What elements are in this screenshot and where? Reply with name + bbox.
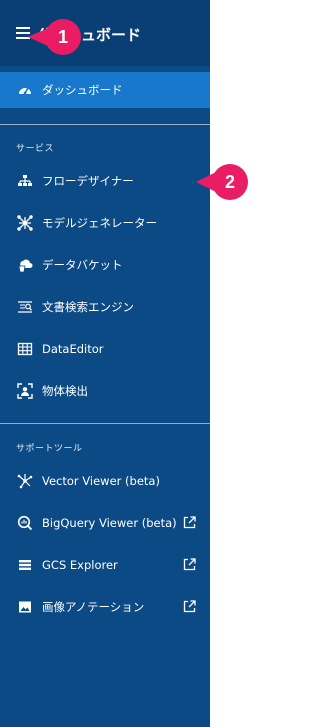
bigquery-icon bbox=[17, 515, 33, 531]
sidebar-nav: ダッシュボード ダッシュボード サービス フローデザイナー モデルジェネレーター bbox=[0, 0, 210, 727]
external-link-icon[interactable] bbox=[183, 516, 196, 529]
nav-item-label: 文書検索エンジン bbox=[42, 300, 134, 314]
nav-item-flow-designer[interactable]: フローデザイナー bbox=[0, 163, 210, 199]
nav-item-label: 物体検出 bbox=[42, 384, 88, 398]
nav-item-object-detection[interactable]: 物体検出 bbox=[0, 373, 210, 409]
divider bbox=[0, 423, 210, 424]
nav-item-image-annotation[interactable]: 画像アノテーション bbox=[0, 589, 210, 625]
nav-item-gcs-explorer[interactable]: GCS Explorer bbox=[0, 547, 210, 583]
sidebar-header: ダッシュボード bbox=[0, 0, 210, 66]
nav-item-label: 画像アノテーション bbox=[42, 600, 145, 614]
nav-item-label: ダッシュボード bbox=[42, 83, 123, 97]
image-icon bbox=[19, 601, 31, 613]
storage-list-icon bbox=[19, 560, 31, 570]
external-link-icon[interactable] bbox=[183, 600, 196, 613]
nav-item-label: フローデザイナー bbox=[42, 174, 134, 188]
nav-item-label: データバケット bbox=[42, 258, 123, 272]
document-search-icon bbox=[18, 301, 32, 313]
nav-item-label: Vector Viewer (beta) bbox=[42, 474, 160, 488]
hamburger-menu-icon[interactable] bbox=[16, 27, 30, 39]
model-network-icon bbox=[17, 215, 33, 231]
nav-item-label: GCS Explorer bbox=[42, 558, 118, 572]
dashboard-gauge-icon bbox=[19, 87, 31, 95]
nav-item-vector-viewer[interactable]: Vector Viewer (beta) bbox=[0, 463, 210, 499]
vector-scatter-icon bbox=[17, 474, 33, 489]
object-detection-icon bbox=[17, 383, 33, 399]
nav-item-label: DataEditor bbox=[42, 342, 104, 356]
nav-item-bigquery-viewer[interactable]: BigQuery Viewer (beta) bbox=[0, 505, 210, 541]
nav-item-data-editor[interactable]: DataEditor bbox=[0, 331, 210, 367]
bucket-cloud-icon bbox=[18, 259, 33, 273]
external-link-icon[interactable] bbox=[183, 558, 196, 571]
nav-item-dashboard[interactable]: ダッシュボード bbox=[0, 72, 210, 108]
callout-badge-1: 1 bbox=[45, 19, 81, 55]
flow-hierarchy-icon bbox=[18, 175, 32, 186]
callout-badge-2: 2 bbox=[212, 164, 248, 200]
nav-item-model-generator[interactable]: モデルジェネレーター bbox=[0, 205, 210, 241]
section-label-support-tools: サポートツール bbox=[16, 444, 83, 454]
nav-item-document-search[interactable]: 文書検索エンジン bbox=[0, 289, 210, 325]
table-grid-icon bbox=[17, 342, 33, 356]
section-label-services: サービス bbox=[16, 144, 55, 154]
nav-item-data-bucket[interactable]: データバケット bbox=[0, 247, 210, 283]
divider bbox=[0, 124, 210, 125]
nav-item-label: BigQuery Viewer (beta) bbox=[42, 516, 177, 530]
nav-item-label: モデルジェネレーター bbox=[42, 216, 157, 230]
